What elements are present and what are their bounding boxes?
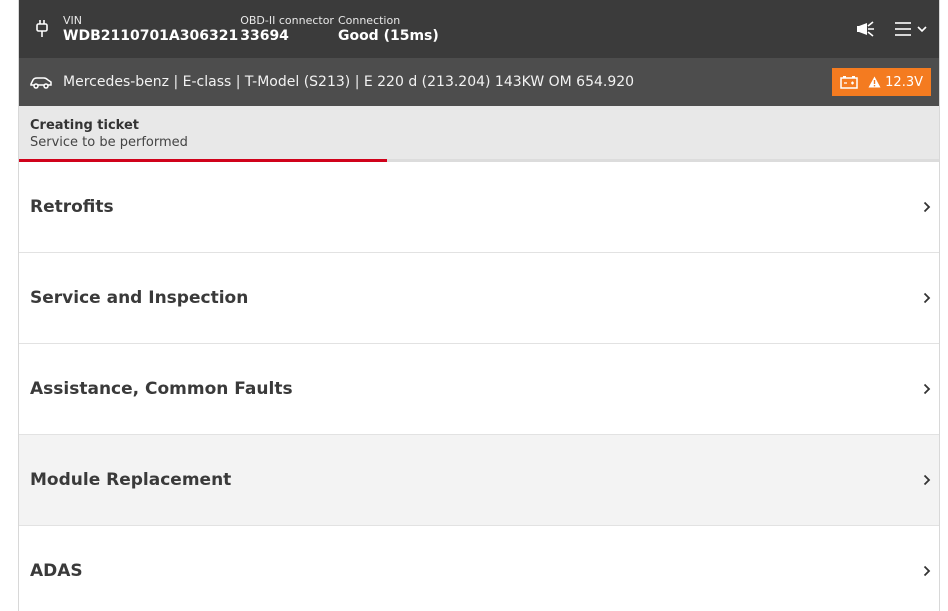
obd-value: 33694: [240, 27, 289, 44]
menu-item[interactable]: Assistance, Common Faults: [19, 344, 939, 435]
menu-item-label: Retrofits: [30, 197, 114, 217]
menu-item[interactable]: Retrofits: [19, 162, 939, 253]
chevron-right-icon: [923, 565, 931, 577]
menu-item-label: Module Replacement: [30, 470, 232, 490]
menu-item-label: ADAS: [30, 561, 83, 581]
topbar-actions: [857, 0, 927, 58]
battery-voltage: 12.3V: [885, 74, 923, 90]
obd-label: OBD-II connector: [240, 13, 334, 27]
vehicle-bar: Mercedes-benz | E-class | T-Model (S213)…: [19, 58, 939, 106]
vin-block: VIN WDB2110701A306321: [63, 14, 238, 45]
menu-item[interactable]: ADAS: [19, 526, 939, 611]
menu-item-label: Service and Inspection: [30, 288, 249, 308]
vehicle-description: Mercedes-benz | E-class | T-Model (S213)…: [63, 74, 635, 90]
ticket-subtitle: Service to be performed: [30, 135, 188, 150]
vin-value: WDB2110701A306321: [63, 27, 239, 44]
chevron-right-icon: [923, 292, 931, 304]
car-icon: [29, 75, 53, 89]
connection-block: Connection Good (15ms): [338, 14, 439, 45]
megaphone-icon[interactable]: [857, 21, 875, 37]
chevron-right-icon: [923, 201, 931, 213]
app-frame: VIN WDB2110701A306321 OBD-II connector 3…: [18, 0, 940, 611]
chevron-right-icon: [923, 383, 931, 395]
menu-item-label: Assistance, Common Faults: [30, 379, 293, 399]
menu-item[interactable]: Service and Inspection: [19, 253, 939, 344]
voltage-readout: 12.3V: [868, 75, 923, 90]
service-menu-list: Retrofits Service and Inspection Assistanc…: [19, 162, 939, 611]
vin-label: VIN: [63, 13, 82, 27]
battery-icon: [840, 75, 858, 89]
battery-status-badge[interactable]: 12.3V: [832, 68, 931, 96]
warning-icon: [868, 76, 881, 88]
obd-block: OBD-II connector 33694: [240, 14, 334, 45]
chevron-down-icon: [917, 26, 927, 33]
menu-button[interactable]: [895, 22, 927, 36]
connection-value: Good (15ms): [337, 27, 439, 44]
menu-icon: [895, 22, 911, 36]
ticket-status: Creating ticket Service to be performed: [19, 106, 939, 162]
ticket-title: Creating ticket: [30, 118, 140, 133]
top-bar: VIN WDB2110701A306321 OBD-II connector 3…: [19, 0, 939, 58]
chevron-right-icon: [923, 474, 931, 486]
connection-label: Connection: [337, 13, 401, 27]
plug-icon: [31, 19, 53, 39]
menu-item[interactable]: Module Replacement: [19, 435, 939, 526]
